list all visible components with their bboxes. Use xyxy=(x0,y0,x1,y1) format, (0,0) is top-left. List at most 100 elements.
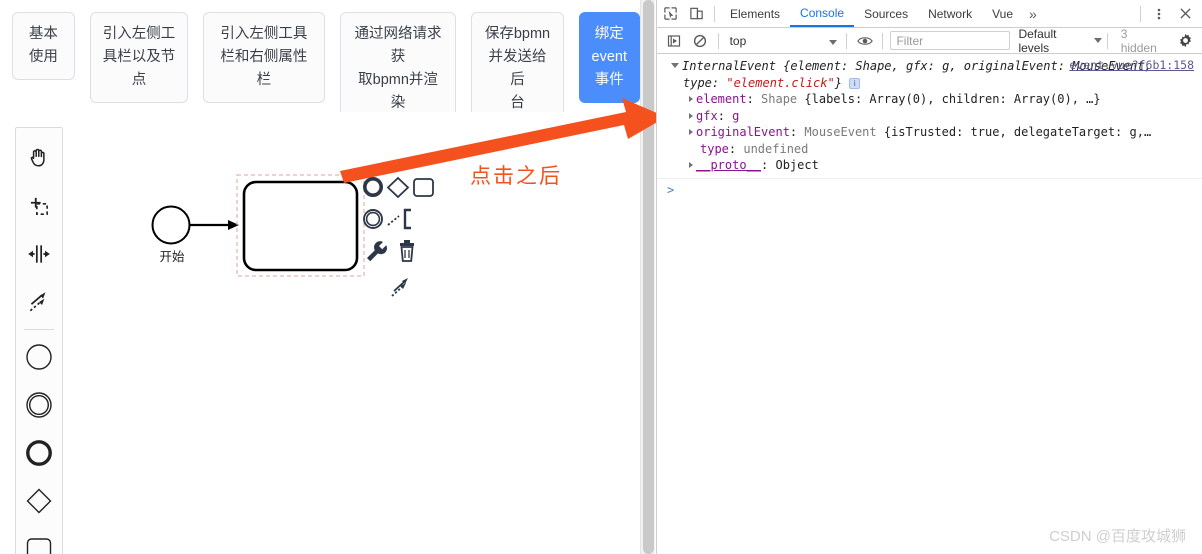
append-gateway-icon xyxy=(386,176,410,199)
devtools-panel: Elements Console Sources Network Vue » t… xyxy=(656,0,1202,554)
object-preview-close-brace: } xyxy=(834,75,842,90)
clear-console-icon[interactable] xyxy=(687,28,713,54)
bpmn-app-pane: 基本 使用 引入左侧工 具栏以及节 点 引入左侧工具 栏和右侧属性 栏 通过网络… xyxy=(0,0,640,554)
console-prompt-caret: > xyxy=(667,182,675,197)
log-levels-dropdown[interactable]: Default levels xyxy=(1018,27,1089,55)
devtools-tabbar: Elements Console Sources Network Vue » xyxy=(657,0,1202,28)
append-text-annotation-icon xyxy=(387,208,411,230)
live-expression-eye-icon[interactable] xyxy=(852,28,878,54)
toolbar-divider xyxy=(714,5,715,22)
tab-left-palette-nodes[interactable]: 引入左侧工 具栏以及节 点 xyxy=(89,12,189,103)
prop-value-element: {labels: Array(0), children: Array(0), …… xyxy=(804,92,1101,106)
tab-sources[interactable]: Sources xyxy=(854,0,918,27)
end-event-icon[interactable] xyxy=(16,429,62,477)
execution-context-icon[interactable] xyxy=(661,28,687,54)
object-preview-type-value: "element.click" xyxy=(726,75,835,90)
chevron-down-icon-levels xyxy=(1093,38,1102,43)
start-event-icon[interactable] xyxy=(16,333,62,381)
screenshot-root: 基本 使用 引入左侧工 具栏以及节 点 引入左侧工具 栏和右侧属性 栏 通过网络… xyxy=(0,0,1202,554)
append-task-icon xyxy=(413,178,434,197)
console-source-link[interactable]: event.vue?f6b1:158 xyxy=(1069,57,1194,74)
task-icon[interactable] xyxy=(16,525,62,554)
prop-value-gfx: g xyxy=(732,108,740,123)
start-event-shape xyxy=(151,205,191,245)
console-prompt[interactable]: > xyxy=(657,179,1202,201)
console-prop-row[interactable]: __proto__: Object xyxy=(671,157,1194,174)
execution-context-select[interactable]: top xyxy=(724,34,841,48)
page-scrollbar[interactable] xyxy=(640,0,655,554)
prop-sep-gfx: : xyxy=(717,108,733,123)
hidden-messages-count: 3 hidden xyxy=(1120,26,1157,55)
tab-bind-event[interactable]: 绑定 event 事件 xyxy=(578,12,640,103)
prop-key-element: element xyxy=(696,92,747,106)
start-event-label: 开始 xyxy=(159,249,185,264)
tab-elements[interactable]: Elements xyxy=(720,0,790,27)
expand-triangle-icon-proto[interactable] xyxy=(689,162,693,168)
annotation-text: 点击之后 xyxy=(470,164,562,188)
tab-palette-and-properties[interactable]: 引入左侧工具 栏和右侧属性 栏 xyxy=(203,12,325,103)
inspect-element-icon[interactable] xyxy=(657,1,683,27)
prop-key-type: type xyxy=(700,141,729,156)
execution-context-value: top xyxy=(729,33,747,48)
console-object-header-line2: type: "element.click"} i xyxy=(671,75,1194,92)
close-icon[interactable] xyxy=(1172,1,1198,27)
prop-type-originalevent: MouseEvent xyxy=(804,125,884,139)
device-toolbar-icon[interactable] xyxy=(683,1,709,27)
tab-console[interactable]: Console xyxy=(790,0,855,27)
prop-key-proto: __proto__ xyxy=(696,158,762,172)
filterbar-divider-1 xyxy=(717,32,719,49)
prop-key-gfx: gfx xyxy=(696,108,718,123)
kebab-menu-icon[interactable] xyxy=(1146,1,1172,27)
console-prop-row[interactable]: originalEvent: MouseEvent {isTrusted: tr… xyxy=(671,124,1194,141)
expand-triangle-icon-element[interactable] xyxy=(689,96,693,102)
lasso-tool-icon[interactable] xyxy=(16,182,62,230)
filterbar-right: Default levels 3 hidden xyxy=(1010,27,1202,55)
console-log-entry[interactable]: event.vue?f6b1:158 InternalEvent {elemen… xyxy=(657,54,1202,179)
tab-fetch-bpmn-render[interactable]: 通过网络请求获 取bpmn并渲染 xyxy=(339,12,457,126)
page-scrollbar-thumb[interactable] xyxy=(643,0,654,554)
expand-triangle-icon-gfx[interactable] xyxy=(689,112,693,119)
console-message-list[interactable]: event.vue?f6b1:158 InternalEvent {elemen… xyxy=(657,54,1202,554)
delete-trash-icon xyxy=(400,240,414,262)
prop-sep-element: : xyxy=(746,92,762,106)
console-prop-row[interactable]: element: Shape {labels: Array(0), childr… xyxy=(671,91,1194,108)
watermark-text: CSDN @百度攻城狮 xyxy=(1049,528,1186,545)
hand-tool-icon[interactable] xyxy=(16,134,62,182)
prop-value-proto: Object xyxy=(775,158,819,172)
more-tabs-chevron-icon[interactable]: » xyxy=(1023,6,1043,22)
console-prop-row: type: undefined xyxy=(671,141,1194,158)
expand-triangle-icon[interactable] xyxy=(671,63,679,68)
tab-row: 基本 使用 引入左侧工 具栏以及节 点 引入左侧工具 栏和右侧属性 栏 通过网络… xyxy=(0,0,640,126)
filterbar-divider-4 xyxy=(1106,32,1108,49)
info-badge-icon[interactable]: i xyxy=(849,77,861,89)
space-tool-icon[interactable] xyxy=(16,230,62,278)
filterbar-divider-3 xyxy=(882,32,884,49)
tab-vue[interactable]: Vue xyxy=(982,0,1023,27)
prop-sep-type: : xyxy=(728,141,744,156)
prop-key-originalevent: originalEvent xyxy=(696,125,790,139)
expand-triangle-icon-originalevent[interactable] xyxy=(689,129,693,135)
prop-sep-originalevent: : xyxy=(789,125,805,139)
global-connect-tool-icon[interactable] xyxy=(16,278,62,326)
prop-value-type: undefined xyxy=(743,141,809,156)
devtools-tabbar-right xyxy=(1135,1,1202,27)
append-intermediate-event-icon xyxy=(363,209,383,229)
prop-sep-proto: : xyxy=(761,158,776,172)
append-end-event-icon xyxy=(363,177,383,197)
toolbar-divider-right xyxy=(1140,5,1141,22)
settings-gear-icon[interactable] xyxy=(1172,28,1198,54)
tab-network[interactable]: Network xyxy=(918,0,982,27)
chevron-down-icon xyxy=(828,39,837,45)
console-filter-input[interactable] xyxy=(890,31,1011,50)
bpmn-palette xyxy=(15,127,63,554)
change-type-wrench-icon xyxy=(367,241,388,262)
prop-value-originalevent: {isTrusted: true, delegateTarget: g,… xyxy=(883,125,1152,139)
tab-save-bpmn[interactable]: 保存bpmn 并发送给后 台 xyxy=(471,12,564,126)
context-pad xyxy=(361,174,441,304)
console-prop-row[interactable]: gfx: g xyxy=(671,108,1194,125)
intermediate-event-icon[interactable] xyxy=(16,381,62,429)
filterbar-divider-2 xyxy=(845,32,847,49)
tab-basic-usage[interactable]: 基本 使用 xyxy=(12,12,75,80)
gateway-icon[interactable] xyxy=(16,477,62,525)
console-filter-bar: top Default levels 3 hidden xyxy=(657,27,1202,55)
